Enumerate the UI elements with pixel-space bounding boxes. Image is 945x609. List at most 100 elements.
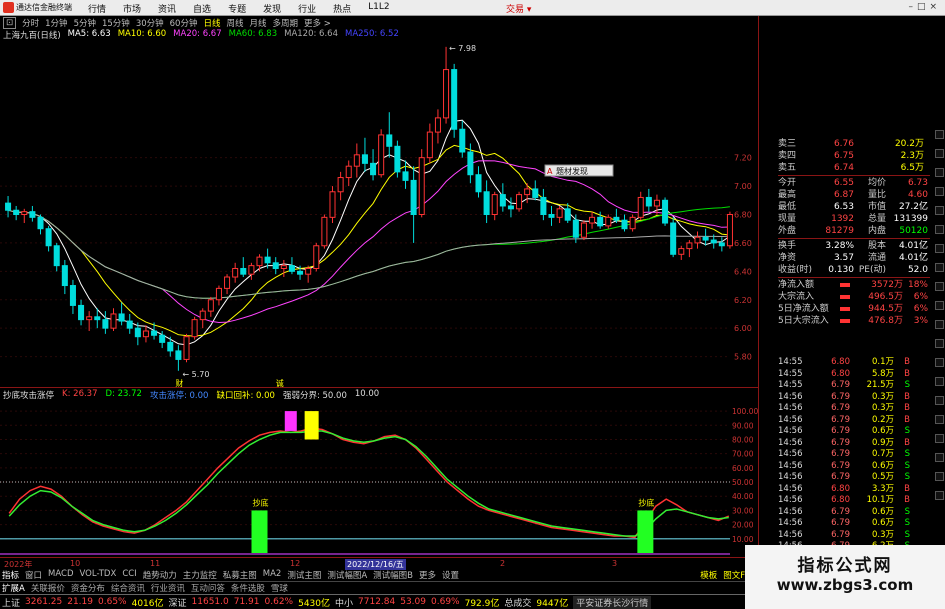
news-ticker[interactable]: 平安证券长沙行情 bbox=[573, 595, 652, 609]
bottom-tab[interactable]: 关联报价 bbox=[31, 584, 65, 594]
indicator-tab[interactable]: 设置 bbox=[442, 569, 459, 581]
period-tab[interactable]: 日线 bbox=[203, 17, 220, 29]
candle[interactable] bbox=[491, 191, 498, 221]
indicator-tab[interactable]: 窗口 bbox=[25, 569, 42, 581]
indicator-tab[interactable]: MACD bbox=[48, 569, 73, 581]
indicator-tab[interactable]: 主力监控 bbox=[183, 569, 217, 581]
candle[interactable] bbox=[540, 188, 547, 221]
menu-item[interactable]: 专题 bbox=[228, 2, 246, 15]
candle[interactable] bbox=[653, 194, 660, 215]
buy-signal-bar[interactable] bbox=[251, 510, 268, 553]
candle[interactable] bbox=[29, 205, 36, 222]
candle[interactable] bbox=[418, 149, 425, 218]
tool-icon[interactable] bbox=[934, 320, 944, 329]
period-tab[interactable]: 5分钟 bbox=[74, 17, 96, 29]
tool-icon[interactable] bbox=[934, 396, 944, 405]
candle[interactable] bbox=[21, 208, 28, 224]
tick-row[interactable]: 14:56 6.80 10.1万 B bbox=[778, 495, 930, 507]
tick-row[interactable]: 14:56 6.79 0.6万 S bbox=[778, 507, 930, 519]
candle[interactable] bbox=[313, 242, 320, 272]
tick-row[interactable]: 14:56 6.79 0.3万 B bbox=[778, 403, 930, 415]
candle[interactable] bbox=[61, 259, 68, 295]
bottom-tab[interactable]: 行业资讯 bbox=[151, 584, 185, 594]
tick-list[interactable]: 14:55 6.80 0.1万 B 14:55 6.80 5.8万 B 14:55 6.79 21.… bbox=[778, 357, 930, 564]
candle[interactable] bbox=[175, 345, 182, 371]
minimize-icon[interactable]: – bbox=[908, 2, 917, 12]
period-tab[interactable]: 月线 bbox=[250, 17, 267, 29]
candle[interactable] bbox=[13, 205, 20, 221]
candle[interactable] bbox=[353, 143, 360, 178]
tool-icon[interactable] bbox=[934, 339, 944, 348]
tick-row[interactable]: 14:55 6.79 21.5万 S bbox=[778, 380, 930, 392]
candle[interactable] bbox=[629, 214, 636, 232]
indicator-tab[interactable]: 测试幅图B bbox=[373, 569, 413, 581]
tool-icon[interactable] bbox=[934, 282, 944, 291]
tool-icon[interactable] bbox=[934, 130, 944, 139]
candle[interactable] bbox=[694, 231, 701, 249]
candle[interactable] bbox=[191, 316, 198, 340]
candle[interactable] bbox=[142, 325, 149, 343]
tick-row[interactable]: 14:56 6.79 0.6万 S bbox=[778, 518, 930, 530]
menu-item[interactable]: 行情 bbox=[88, 2, 106, 15]
tick-row[interactable]: 14:56 6.79 0.3万 B bbox=[778, 392, 930, 404]
candle[interactable] bbox=[215, 285, 222, 306]
indicator-tab[interactable]: 测试幅图A bbox=[327, 569, 367, 581]
indicator-tab[interactable]: 指标 bbox=[2, 569, 19, 581]
candle[interactable] bbox=[183, 333, 190, 363]
tick-row[interactable]: 14:56 6.79 0.6万 S bbox=[778, 426, 930, 438]
indicator-tab[interactable]: CCI bbox=[122, 569, 136, 581]
bottom-tab[interactable]: 资金分布 bbox=[71, 584, 105, 594]
kline-chart[interactable]: 7.20 7.00 6.80 6.60 6.40 6.20 6.00 5.80 ← 7.98 ← … bbox=[0, 40, 758, 387]
candle[interactable] bbox=[410, 166, 417, 243]
candle[interactable] bbox=[240, 257, 247, 278]
candle[interactable] bbox=[443, 46, 450, 124]
tool-icon[interactable] bbox=[934, 206, 944, 215]
candle[interactable] bbox=[329, 186, 336, 224]
tick-row[interactable]: 14:56 6.79 0.7万 S bbox=[778, 449, 930, 461]
tick-row[interactable]: 14:56 6.79 0.9万 B bbox=[778, 438, 930, 450]
tool-icon[interactable] bbox=[934, 415, 944, 424]
tool-icon[interactable] bbox=[934, 225, 944, 234]
menu-item[interactable]: L1L2 bbox=[368, 2, 389, 15]
indicator-tab[interactable]: 趋势动力 bbox=[143, 569, 177, 581]
menu-item[interactable]: 行业 bbox=[298, 2, 316, 15]
candle[interactable] bbox=[118, 302, 125, 326]
tick-row[interactable]: 14:56 6.79 0.5万 S bbox=[778, 472, 930, 484]
candle[interactable] bbox=[126, 313, 133, 334]
candle[interactable] bbox=[345, 160, 352, 187]
candle[interactable] bbox=[483, 180, 490, 224]
tool-icon[interactable] bbox=[934, 453, 944, 462]
topic-tooltip[interactable]: A 题材发现 bbox=[544, 164, 614, 177]
period-tab[interactable]: 15分钟 bbox=[102, 17, 130, 29]
menu-item[interactable]: 资讯 bbox=[158, 2, 176, 15]
candle[interactable] bbox=[110, 308, 117, 332]
tool-icon[interactable] bbox=[934, 472, 944, 481]
window-controls[interactable]: –□× bbox=[908, 2, 941, 12]
menu-item[interactable]: 热点 bbox=[333, 2, 351, 15]
candle[interactable] bbox=[394, 140, 401, 178]
bottom-tab[interactable]: 雪球 bbox=[271, 584, 288, 594]
tick-row[interactable]: 14:56 6.79 0.3万 S bbox=[778, 530, 930, 542]
candle[interactable] bbox=[370, 149, 377, 181]
period-tab[interactable]: 更多 > bbox=[304, 17, 331, 29]
tool-icon[interactable] bbox=[934, 301, 944, 310]
candle[interactable] bbox=[726, 211, 733, 249]
candle[interactable] bbox=[337, 171, 344, 201]
menu-item[interactable]: 市场 bbox=[123, 2, 141, 15]
candle[interactable] bbox=[548, 205, 555, 226]
tool-icon[interactable] bbox=[934, 168, 944, 177]
candle[interactable] bbox=[645, 188, 652, 212]
candle[interactable] bbox=[516, 191, 523, 212]
candle[interactable] bbox=[662, 197, 669, 226]
period-tab[interactable]: 30分钟 bbox=[136, 17, 164, 29]
candle[interactable] bbox=[532, 180, 539, 201]
candle[interactable] bbox=[580, 220, 587, 241]
tick-row[interactable]: 14:55 6.80 0.1万 B bbox=[778, 357, 930, 369]
candle[interactable] bbox=[378, 129, 385, 178]
candle[interactable] bbox=[232, 262, 239, 283]
indicator-tab[interactable]: 私募主图 bbox=[223, 569, 257, 581]
candle[interactable] bbox=[199, 308, 206, 329]
bottom-tab[interactable]: 条件选股 bbox=[231, 584, 265, 594]
tool-icon[interactable] bbox=[934, 358, 944, 367]
period-tab[interactable]: 分时 bbox=[22, 17, 39, 29]
